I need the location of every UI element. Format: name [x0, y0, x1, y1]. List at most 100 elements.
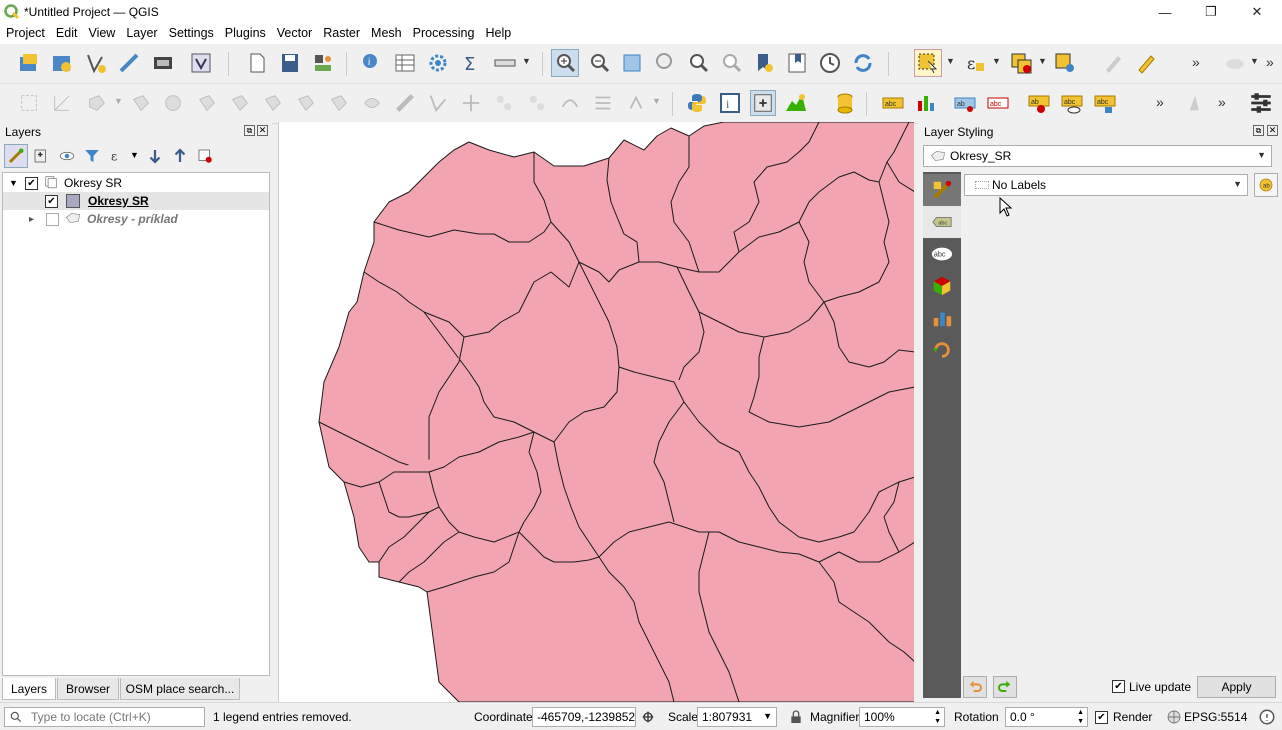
- copy-feature-icon[interactable]: [260, 90, 286, 116]
- add-polygon-icon[interactable]: [84, 90, 110, 116]
- snapping-icon[interactable]: [1184, 90, 1210, 116]
- filter-dropdown-icon[interactable]: ▼: [130, 150, 139, 160]
- float-styling-panel-icon[interactable]: ⧉: [1253, 125, 1264, 136]
- tab-browser[interactable]: Browser: [57, 678, 119, 700]
- new-file-icon[interactable]: [244, 50, 270, 76]
- deselect-dropdown-icon[interactable]: ▼: [1038, 56, 1047, 66]
- rotate-label-icon[interactable]: abc: [1059, 90, 1085, 116]
- new-vector-icon[interactable]: [83, 50, 109, 76]
- tree-group-okresy-sr[interactable]: ▼ ✔ Okresy SR: [3, 174, 269, 192]
- split-features-icon[interactable]: [623, 90, 649, 116]
- visibility-icon[interactable]: [58, 147, 76, 168]
- layer-properties-icon[interactable]: [750, 90, 776, 116]
- menu-vector[interactable]: Vector: [271, 24, 317, 44]
- processing-toolbox-icon[interactable]: [1248, 90, 1274, 116]
- spin-arrows-icon[interactable]: ▲ ▼: [934, 708, 941, 726]
- lock-scale-icon[interactable]: [788, 709, 804, 728]
- vertex-tool-icon[interactable]: [128, 90, 154, 116]
- close-button[interactable]: ✕: [1234, 0, 1280, 24]
- change-label-icon[interactable]: abc: [1092, 90, 1118, 116]
- fill-ring-icon[interactable]: [458, 90, 484, 116]
- expression-dropdown-icon[interactable]: ▼: [992, 56, 1001, 66]
- layout-icon[interactable]: [150, 50, 176, 76]
- minimize-button[interactable]: —: [1142, 0, 1188, 24]
- label-settings-button[interactable]: ab: [1254, 173, 1278, 197]
- locate-input[interactable]: Type to locate (Ctrl+K): [4, 707, 205, 727]
- edit-pencil-icon[interactable]: [1100, 50, 1126, 76]
- database-icon[interactable]: [832, 90, 858, 116]
- history-tab[interactable]: [923, 334, 961, 366]
- coordinate-field[interactable]: -465709,-1239852: [532, 707, 636, 727]
- undo-button[interactable]: [963, 676, 987, 698]
- expand-all-icon[interactable]: [146, 147, 164, 168]
- diagrams-tab[interactable]: [923, 302, 961, 334]
- digitize-icon[interactable]: [116, 50, 142, 76]
- float-panel-icon[interactable]: ⧉: [244, 125, 255, 136]
- profile-icon[interactable]: [783, 90, 809, 116]
- move-feature-icon[interactable]: [160, 90, 186, 116]
- district-map[interactable]: [279, 122, 914, 702]
- add-part-icon[interactable]: [425, 90, 451, 116]
- add-feature-dropdown-icon[interactable]: ▼: [114, 96, 123, 106]
- bookmarks-icon[interactable]: [784, 50, 810, 76]
- style-manager-icon[interactable]: [188, 50, 214, 76]
- menu-edit[interactable]: Edit: [50, 24, 83, 44]
- magnifier-spinbox[interactable]: 100% ▲ ▼: [859, 707, 945, 727]
- attribute-table-icon[interactable]: [392, 50, 418, 76]
- tab-layers[interactable]: Layers: [2, 678, 56, 700]
- expand-arrow-icon[interactable]: ▸: [29, 214, 34, 225]
- delete-ring-icon[interactable]: [491, 90, 517, 116]
- zoom-full-icon[interactable]: [619, 50, 645, 76]
- simplify-icon[interactable]: [359, 90, 385, 116]
- offset-curve-icon[interactable]: [590, 90, 616, 116]
- open-project-icon[interactable]: [49, 50, 75, 76]
- pin-label-icon[interactable]: ab: [952, 90, 978, 116]
- new-bookmark-icon[interactable]: [751, 50, 777, 76]
- remove-layer-icon[interactable]: [196, 147, 214, 168]
- python-icon[interactable]: [684, 90, 710, 116]
- edit-toggle-icon[interactable]: [1133, 50, 1159, 76]
- crs-label[interactable]: EPSG:5514: [1184, 710, 1247, 724]
- layer-select-combo[interactable]: Okresy_SR ▼: [923, 145, 1272, 167]
- toolbar1-more2-icon[interactable]: »: [1266, 54, 1274, 70]
- measure-dropdown-icon[interactable]: ▼: [522, 56, 531, 66]
- sum-icon[interactable]: Σ: [458, 50, 484, 76]
- add-group-icon[interactable]: [32, 147, 50, 168]
- collapse-all-icon[interactable]: [171, 147, 189, 168]
- refresh-icon[interactable]: [850, 50, 876, 76]
- expression-select-icon[interactable]: ε: [962, 50, 988, 76]
- redo-button[interactable]: [993, 676, 1017, 698]
- collapse-arrow-icon[interactable]: ▼: [9, 178, 21, 188]
- menu-project[interactable]: Project: [0, 24, 50, 44]
- paste-feature-icon[interactable]: [293, 90, 319, 116]
- zoom-out-icon[interactable]: [586, 50, 612, 76]
- delete-part-icon[interactable]: [524, 90, 550, 116]
- spin-arrows-icon[interactable]: ▲ ▼: [1077, 708, 1084, 726]
- group-checkbox[interactable]: ✔: [25, 176, 38, 190]
- temporal-icon[interactable]: [817, 50, 843, 76]
- cut-feature-icon[interactable]: [227, 90, 253, 116]
- layer-checkbox[interactable]: [46, 212, 60, 226]
- deselect-icon[interactable]: [1008, 50, 1034, 76]
- split-dropdown-icon[interactable]: ▼: [652, 96, 661, 106]
- close-styling-panel-icon[interactable]: ✕: [1267, 125, 1278, 136]
- masks-tab[interactable]: abc: [923, 238, 961, 270]
- menu-settings[interactable]: Settings: [163, 24, 219, 44]
- rotate-feature-icon[interactable]: [326, 90, 352, 116]
- 3d-view-tab[interactable]: [923, 270, 961, 302]
- delete-feature-icon[interactable]: [194, 90, 220, 116]
- select-dropdown-icon[interactable]: ▼: [946, 56, 955, 66]
- zoom-layer-icon[interactable]: [685, 50, 711, 76]
- rotation-spinbox[interactable]: 0.0 ° ▲ ▼: [1005, 707, 1088, 727]
- reshape-icon[interactable]: [557, 90, 583, 116]
- tree-layer-okresy-priklad[interactable]: ▸ Okresy - príklad: [3, 210, 269, 228]
- menu-raster[interactable]: Raster: [317, 24, 365, 44]
- measure-icon[interactable]: [492, 50, 518, 76]
- tree-layer-okresy-sr[interactable]: ✔ Okresy SR: [3, 192, 269, 210]
- scale-combo[interactable]: 1:807931 ▼: [697, 707, 777, 727]
- select-icon[interactable]: [914, 49, 942, 77]
- zoom-last-icon[interactable]: [718, 50, 744, 76]
- settings-icon[interactable]: [425, 50, 451, 76]
- menu-layer[interactable]: Layer: [120, 24, 162, 44]
- apply-button[interactable]: Apply: [1197, 676, 1276, 698]
